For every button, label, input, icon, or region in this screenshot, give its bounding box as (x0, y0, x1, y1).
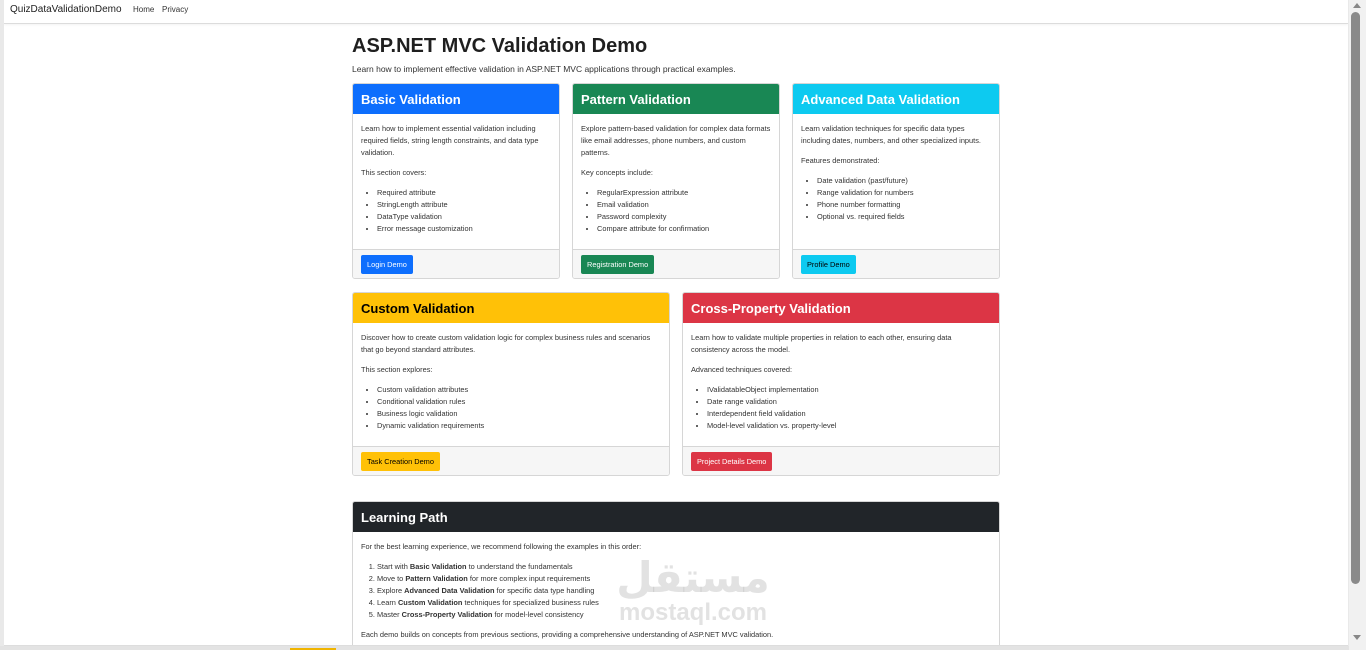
page-title: ASP.NET MVC Validation Demo (352, 35, 648, 57)
feature-list: Date validation (past/future) Range vali… (801, 175, 991, 223)
card-footer: Registration Demo (573, 249, 779, 278)
nav-link-home[interactable]: Home (133, 5, 154, 14)
card-body: Discover how to create custom validation… (353, 323, 669, 432)
card-subheading: Advanced techniques covered: (691, 365, 793, 374)
registration-demo-button[interactable]: Registration Demo (581, 255, 655, 274)
scroll-down-arrow-icon[interactable] (1353, 635, 1361, 640)
card-body: Explore pattern-based validation for com… (573, 114, 779, 235)
project-details-demo-button[interactable]: Project Details Demo (691, 452, 773, 471)
card-learning-path: Learning Path For the best learning expe… (352, 501, 1000, 645)
feature-list: IValidatableObject implementation Date r… (691, 384, 991, 432)
nav-link-privacy[interactable]: Privacy (162, 5, 188, 14)
top-navbar: QuizDataValidationDemo Home Privacy (4, 0, 1348, 24)
page-header: ASP.NET MVC Validation Demo Learn how to… (352, 34, 1000, 74)
learning-intro: For the best learning experience, we rec… (361, 542, 642, 551)
card-footer: Login Demo (353, 249, 559, 278)
card-cross-property-validation: Cross-Property Validation Learn how to v… (682, 292, 1000, 476)
learning-step: Start with Basic Validation to understan… (377, 561, 991, 573)
list-item: Custom validation attributes (377, 384, 661, 396)
profile-demo-button[interactable]: Profile Demo (801, 255, 856, 274)
scroll-up-arrow-icon[interactable] (1353, 3, 1361, 8)
card-custom-validation: Custom Validation Discover how to create… (352, 292, 670, 476)
list-item: Optional vs. required fields (817, 211, 991, 223)
scrollbar-thumb[interactable] (1351, 12, 1360, 584)
list-item: DataType validation (377, 211, 551, 223)
card-subheading: Features demonstrated: (801, 156, 880, 165)
list-item: Error message customization (377, 223, 551, 235)
card-body: For the best learning experience, we rec… (353, 532, 999, 641)
card-pattern-validation: Pattern Validation Explore pattern-based… (572, 83, 780, 279)
card-body: Learn how to validate multiple propertie… (683, 323, 999, 432)
learning-step: Explore Advanced Data Validation for spe… (377, 585, 991, 597)
learning-outro: Each demo builds on concepts from previo… (361, 630, 774, 639)
learning-steps: Start with Basic Validation to understan… (361, 561, 991, 621)
card-subheading: This section covers: (361, 168, 427, 177)
card-body: Learn how to implement essential validat… (353, 114, 559, 235)
list-item: Business logic validation (377, 408, 661, 420)
card-header: Custom Validation (353, 293, 669, 323)
card-footer: Task Creation Demo (353, 446, 669, 475)
card-description: Learn how to validate multiple propertie… (691, 333, 952, 354)
list-item: Compare attribute for confirmation (597, 223, 771, 235)
vertical-scrollbar[interactable] (1349, 0, 1366, 650)
card-description: Explore pattern-based validation for com… (581, 124, 771, 157)
list-item: IValidatableObject implementation (707, 384, 991, 396)
card-header: Learning Path (353, 502, 999, 532)
list-item: Phone number formatting (817, 199, 991, 211)
card-subheading: Key concepts include: (581, 168, 653, 177)
learning-step: Master Cross-Property Validation for mod… (377, 609, 991, 621)
list-item: Email validation (597, 199, 771, 211)
login-demo-button[interactable]: Login Demo (361, 255, 413, 274)
card-header: Basic Validation (353, 84, 559, 114)
card-description: Learn how to implement essential validat… (361, 124, 539, 157)
learning-step: Learn Custom Validation techniques for s… (377, 597, 991, 609)
feature-list: RegularExpression attribute Email valida… (581, 187, 771, 235)
list-item: RegularExpression attribute (597, 187, 771, 199)
card-header: Cross-Property Validation (683, 293, 999, 323)
card-advanced-data-validation: Advanced Data Validation Learn validatio… (792, 83, 1000, 279)
card-header: Pattern Validation (573, 84, 779, 114)
list-item: Dynamic validation requirements (377, 420, 661, 432)
list-item: Range validation for numbers (817, 187, 991, 199)
feature-list: Required attribute StringLength attribut… (361, 187, 551, 235)
task-creation-demo-button[interactable]: Task Creation Demo (361, 452, 440, 471)
card-body: Learn validation techniques for specific… (793, 114, 999, 223)
learning-step: Move to Pattern Validation for more comp… (377, 573, 991, 585)
card-subheading: This section explores: (361, 365, 433, 374)
list-item: Date validation (past/future) (817, 175, 991, 187)
card-footer: Profile Demo (793, 249, 999, 278)
card-description: Learn validation techniques for specific… (801, 124, 981, 145)
page-lead: Learn how to implement effective validat… (352, 64, 736, 74)
list-item: Password complexity (597, 211, 771, 223)
navbar-brand[interactable]: QuizDataValidationDemo (10, 4, 122, 15)
list-item: Required attribute (377, 187, 551, 199)
card-description: Discover how to create custom validation… (361, 333, 651, 354)
list-item: Model-level validation vs. property-leve… (707, 420, 991, 432)
list-item: Date range validation (707, 396, 991, 408)
feature-list: Custom validation attributes Conditional… (361, 384, 661, 432)
list-item: StringLength attribute (377, 199, 551, 211)
card-basic-validation: Basic Validation Learn how to implement … (352, 83, 560, 279)
browser-viewport: QuizDataValidationDemo Home Privacy ASP.… (4, 0, 1348, 646)
card-footer: Project Details Demo (683, 446, 999, 475)
list-item: Interdependent field validation (707, 408, 991, 420)
card-header: Advanced Data Validation (793, 84, 999, 114)
list-item: Conditional validation rules (377, 396, 661, 408)
taskbar-strip (0, 646, 1349, 650)
